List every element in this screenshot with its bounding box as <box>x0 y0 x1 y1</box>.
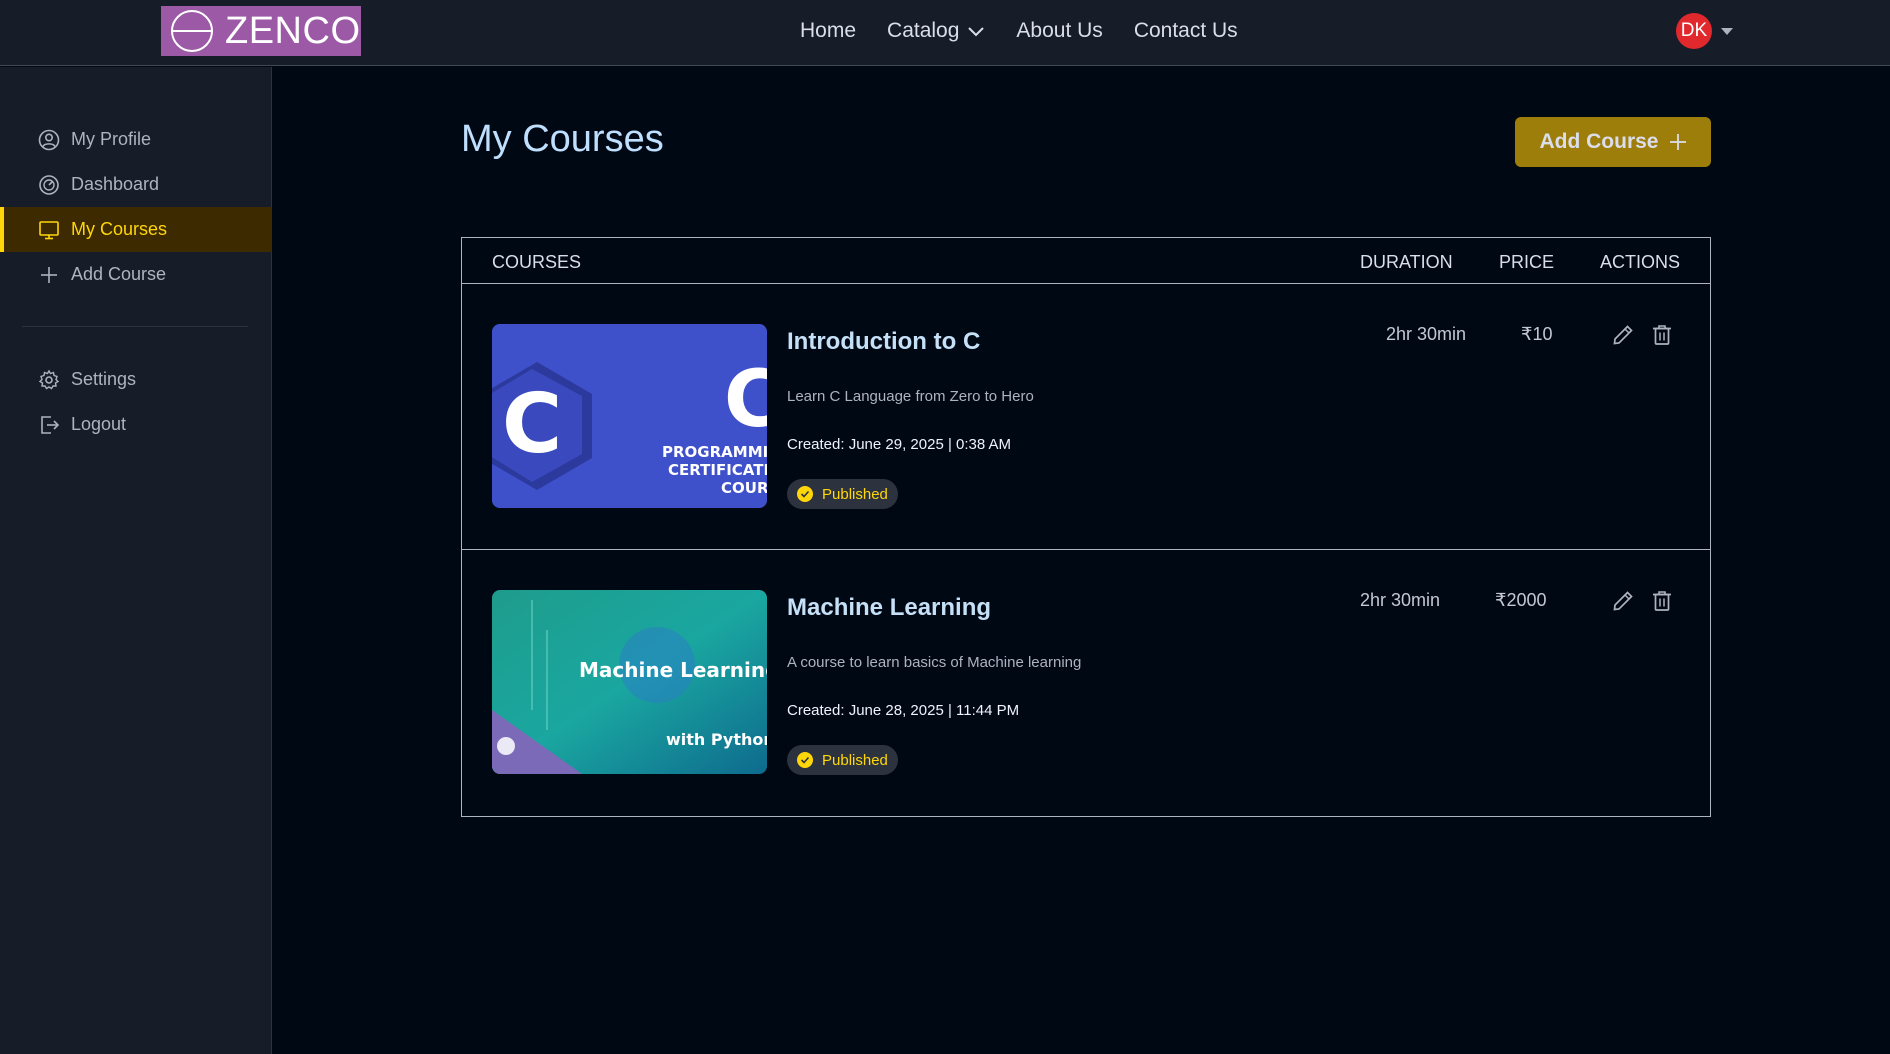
course-description: A course to learn basics of Machine lear… <box>787 654 1082 671</box>
status-label: Published <box>822 751 888 769</box>
header-actions: ACTIONS <box>1600 252 1681 272</box>
course-duration: 2hr 30min <box>1360 590 1441 610</box>
logo-text: ZENCO <box>225 9 361 52</box>
sidebar-item-my-profile[interactable]: My Profile <box>0 117 272 162</box>
logo-circle-icon <box>169 8 215 54</box>
course-title[interactable]: Machine Learning <box>787 594 991 622</box>
course-duration: 2hr 30min <box>1386 324 1467 344</box>
sidebar: My Profile Dashboard My Courses Add Cour… <box>0 67 272 1054</box>
brand-logo[interactable]: ZENCO <box>161 6 361 56</box>
nav-home[interactable]: Home <box>800 19 856 43</box>
status-badge: Published <box>787 745 898 775</box>
table-header: COURSES DURATION PRICE ACTIONS <box>462 238 1710 284</box>
edit-pencil-icon[interactable] <box>1610 588 1636 614</box>
chevron-down-icon <box>967 25 985 37</box>
sidebar-item-label: My Courses <box>71 219 168 239</box>
status-badge: Published <box>787 479 898 509</box>
sidebar-item-label: Add Course <box>71 264 167 284</box>
sidebar-item-label: Logout <box>71 414 127 434</box>
sidebar-divider <box>22 326 248 327</box>
sidebar-item-label: Settings <box>71 369 137 389</box>
nav-contact[interactable]: Contact Us <box>1134 19 1238 43</box>
course-thumbnail: Machine Learning with Python <box>492 590 767 774</box>
gear-icon <box>37 368 61 392</box>
gauge-icon <box>37 173 61 197</box>
sidebar-item-dashboard[interactable]: Dashboard <box>0 162 272 207</box>
table-row: C C PROGRAMMIN CERTIFICATIO COUR Introdu… <box>462 284 1710 550</box>
monitor-icon <box>37 218 61 242</box>
header-price: PRICE <box>1499 252 1555 272</box>
sidebar-item-my-courses[interactable]: My Courses <box>0 207 272 252</box>
course-price: ₹10 <box>1521 324 1553 344</box>
thumb-text-line3: COUR <box>721 479 767 497</box>
nav-about[interactable]: About Us <box>1016 19 1102 43</box>
thumb-text-line2: with Python <box>666 730 767 749</box>
sidebar-item-logout[interactable]: Logout <box>0 402 272 447</box>
user-menu[interactable]: DK <box>1676 13 1734 49</box>
nav-catalog-label: Catalog <box>887 19 960 42</box>
check-circle-icon <box>797 752 813 768</box>
page-title: My Courses <box>461 118 664 160</box>
thumb-text-line1: PROGRAMMIN <box>662 443 767 461</box>
sidebar-item-label: Dashboard <box>71 174 160 194</box>
nav-catalog[interactable]: Catalog <box>887 19 985 43</box>
header-duration: DURATION <box>1360 252 1453 272</box>
main-nav: Home Catalog About Us Contact Us <box>800 0 1269 62</box>
table-row: Machine Learning with Python Machine Lea… <box>462 550 1710 816</box>
course-created: Created: June 29, 2025 | 0:38 AM <box>787 436 1012 453</box>
status-label: Published <box>822 485 888 503</box>
course-price: ₹2000 <box>1495 590 1547 610</box>
header-courses: COURSES <box>492 252 582 272</box>
sidebar-item-label: My Profile <box>71 129 152 149</box>
top-navbar: ZENCO Home Catalog About Us Contact Us D… <box>0 0 1890 66</box>
logout-icon <box>37 413 61 437</box>
thumb-text-line2: CERTIFICATIO <box>668 461 767 479</box>
sidebar-item-settings[interactable]: Settings <box>0 357 272 402</box>
trash-icon[interactable] <box>1649 322 1675 348</box>
plus-icon <box>1669 133 1687 151</box>
avatar[interactable]: DK <box>1676 13 1712 49</box>
caret-down-icon[interactable] <box>1720 26 1734 36</box>
add-course-button-label: Add Course <box>1539 130 1659 153</box>
trash-icon[interactable] <box>1649 588 1675 614</box>
user-circle-icon <box>37 128 61 152</box>
edit-pencil-icon[interactable] <box>1610 322 1636 348</box>
course-title[interactable]: Introduction to C <box>787 328 980 356</box>
course-description: Learn C Language from Zero to Hero <box>787 388 1034 405</box>
thumb-text-line1: Machine Learning <box>579 658 767 682</box>
course-created: Created: June 28, 2025 | 11:44 PM <box>787 702 1020 719</box>
add-course-button[interactable]: Add Course <box>1515 117 1711 167</box>
course-thumbnail: C C PROGRAMMIN CERTIFICATIO COUR <box>492 324 767 508</box>
thumb-c-letter: C <box>502 377 562 472</box>
check-circle-icon <box>797 486 813 502</box>
plus-icon <box>37 263 61 287</box>
courses-table: COURSES DURATION PRICE ACTIONS C C PROGR… <box>461 237 1711 817</box>
sidebar-item-add-course[interactable]: Add Course <box>0 252 272 297</box>
thumb-c-big-letter: C <box>724 355 767 445</box>
